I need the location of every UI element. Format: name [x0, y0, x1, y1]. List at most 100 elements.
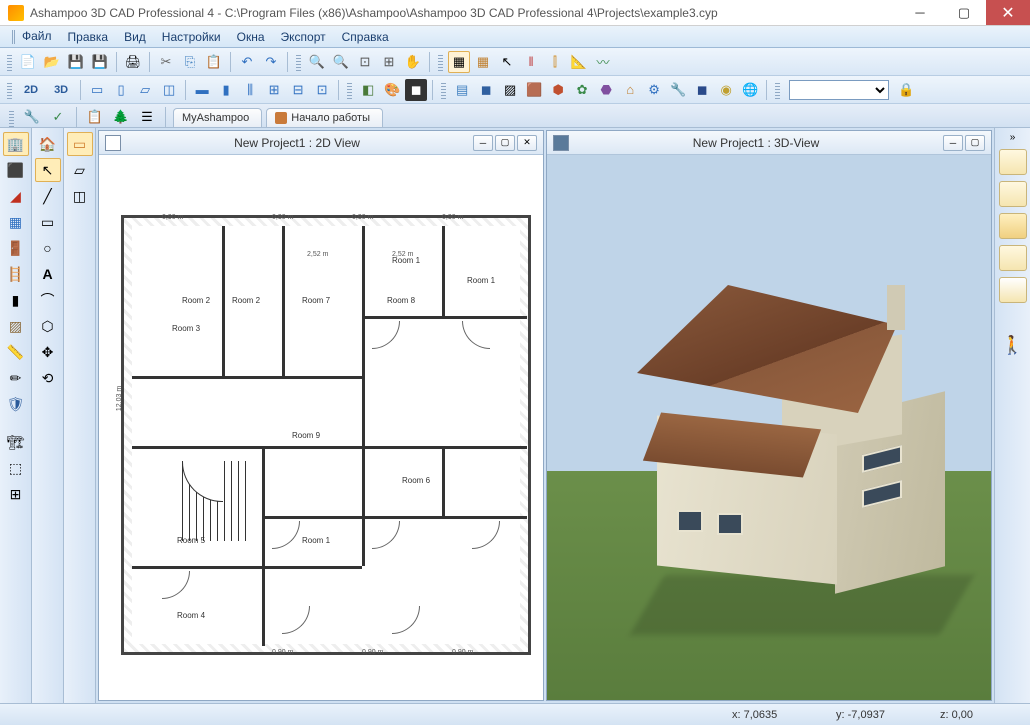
catalog-2-icon[interactable] [999, 181, 1027, 207]
view-iso-icon[interactable]: ◫ [158, 79, 180, 101]
lib-6-icon[interactable]: 🔧 [667, 79, 689, 101]
view-close-button[interactable]: ✕ [517, 135, 537, 151]
home-icon[interactable]: 🏠 [35, 132, 61, 156]
elevation-tool-icon[interactable]: ⬚ [3, 456, 29, 480]
move-tool-icon[interactable]: ✥ [35, 340, 61, 364]
layout-1-icon[interactable]: ▬ [191, 79, 213, 101]
view-side-icon[interactable]: ▯ [110, 79, 132, 101]
section-tool-icon[interactable]: 🏗 [3, 430, 29, 454]
view-minimize-button[interactable]: ─ [943, 135, 963, 151]
layout-6-icon[interactable]: ⊡ [311, 79, 333, 101]
toolbar-grip[interactable] [438, 53, 443, 71]
catalog-5-icon[interactable] [999, 277, 1027, 303]
save-icon[interactable]: 💾 [65, 51, 87, 73]
menu-settings[interactable]: Настройки [154, 28, 229, 46]
menu-help[interactable]: Справка [334, 28, 397, 46]
lib-8-icon[interactable]: ◉ [715, 79, 737, 101]
select-tool-icon[interactable]: ↖ [35, 158, 61, 182]
tab-myashampoo[interactable]: MyAshampoo [173, 108, 262, 127]
expand-icon[interactable]: » [1010, 132, 1016, 143]
view-minimize-button[interactable]: ─ [473, 135, 493, 151]
arc-tool-icon[interactable]: ⌒ [35, 288, 61, 312]
layout-4-icon[interactable]: ⊞ [263, 79, 285, 101]
texture-icon[interactable]: 🟫 [523, 79, 545, 101]
draw-3-icon[interactable]: ◫ [67, 184, 93, 208]
cursor-icon[interactable]: ↖ [496, 51, 518, 73]
menu-edit[interactable]: Правка [60, 28, 117, 46]
redo-icon[interactable]: ↷ [260, 51, 282, 73]
tab-getting-started[interactable]: Начало работы [266, 108, 383, 127]
layout-5-icon[interactable]: ⊟ [287, 79, 309, 101]
roof-tool-icon[interactable]: ◢ [3, 184, 29, 208]
zoom-out-icon[interactable]: 🔍 [330, 51, 352, 73]
column-tool-icon[interactable]: ▮ [3, 288, 29, 312]
tool-check-icon[interactable]: ✓ [47, 107, 69, 127]
tool-list-icon[interactable]: ☰ [136, 107, 158, 127]
toolbar-grip[interactable] [347, 81, 352, 99]
lib-5-icon[interactable]: ⚙ [643, 79, 665, 101]
undo-icon[interactable]: ↶ [236, 51, 258, 73]
text-tool-icon[interactable]: ✏ [3, 366, 29, 390]
measure-icon[interactable]: 〰 [592, 51, 614, 73]
door-tool-icon[interactable]: 🚪 [3, 236, 29, 260]
angle-icon[interactable]: 📐 [568, 51, 590, 73]
paste-icon[interactable]: 📋 [203, 51, 225, 73]
snap-icon[interactable]: ‖ [520, 51, 542, 73]
menu-export[interactable]: Экспорт [273, 28, 334, 46]
terrain-tool-icon[interactable]: ▨ [3, 314, 29, 338]
catalog-3-icon[interactable] [999, 213, 1027, 239]
guide-icon[interactable]: ⫿ [544, 51, 566, 73]
toolbar-grip[interactable] [7, 81, 12, 99]
dimension-tool-icon[interactable]: 📏 [3, 340, 29, 364]
window-tool-icon[interactable]: ▦ [3, 210, 29, 234]
minimize-button[interactable]: ─ [898, 0, 942, 25]
text-a-icon[interactable]: A [35, 262, 61, 286]
toolbar-grip[interactable] [296, 53, 301, 71]
toolbar-grip[interactable] [775, 81, 780, 99]
tool-doc-icon[interactable]: 📋 [84, 107, 106, 127]
2d-mode-button[interactable]: 2D [17, 79, 45, 101]
render-1-icon[interactable]: ◧ [357, 79, 379, 101]
draw-2-icon[interactable]: ▱ [67, 158, 93, 182]
stairs-tool-icon[interactable]: 🪜 [3, 262, 29, 286]
menu-file[interactable]: Файл [4, 27, 60, 46]
wall-tool-icon[interactable]: ⬛ [3, 158, 29, 182]
zoom-in-icon[interactable]: 🔍 [306, 51, 328, 73]
pan-icon[interactable]: ✋ [402, 51, 424, 73]
tool-wrench-icon[interactable]: 🔧 [21, 107, 43, 127]
zoom-fit-icon[interactable]: ⊡ [354, 51, 376, 73]
grid-icon[interactable]: ▦ [472, 51, 494, 73]
open-icon[interactable]: 📂 [41, 51, 63, 73]
rect-tool-icon[interactable]: ▭ [35, 210, 61, 234]
close-button[interactable]: ✕ [986, 0, 1030, 25]
view-top-icon[interactable]: ▱ [134, 79, 156, 101]
save-as-icon[interactable]: 💾 [89, 51, 111, 73]
draw-1-icon[interactable]: ▭ [67, 132, 93, 156]
lock-icon[interactable]: 🔒 [895, 79, 917, 101]
lib-9-icon[interactable]: 🌐 [739, 79, 761, 101]
rotate-tool-icon[interactable]: ⟲ [35, 366, 61, 390]
poly-tool-icon[interactable]: ⬡ [35, 314, 61, 338]
render-3-icon[interactable]: ◼ [405, 79, 427, 101]
toolbar-grip[interactable] [441, 81, 446, 99]
catalog-1-icon[interactable] [999, 149, 1027, 175]
detail-tool-icon[interactable]: ⊞ [3, 482, 29, 506]
line-tool-icon[interactable]: ╱ [35, 184, 61, 208]
hatch-icon[interactable]: ▨ [499, 79, 521, 101]
lib-1-icon[interactable]: ⬢ [547, 79, 569, 101]
cut-icon[interactable]: ✂ [155, 51, 177, 73]
toolbar-grip[interactable] [9, 109, 14, 127]
render-2-icon[interactable]: 🎨 [381, 79, 403, 101]
layout-3-icon[interactable]: ⫼ [239, 79, 261, 101]
print-icon[interactable]: 🖨 [122, 51, 144, 73]
person-icon[interactable]: 🚶 [1001, 335, 1023, 356]
copy-icon[interactable]: ⎘ [179, 51, 201, 73]
3d-mode-button[interactable]: 3D [47, 79, 75, 101]
select-icon[interactable]: ▦ [448, 51, 470, 73]
catalog-4-icon[interactable] [999, 245, 1027, 271]
layout-2-icon[interactable]: ▮ [215, 79, 237, 101]
circle-tool-icon[interactable]: ○ [35, 236, 61, 260]
lib-7-icon[interactable]: ◼ [691, 79, 713, 101]
zoom-region-icon[interactable]: ⊞ [378, 51, 400, 73]
view-front-icon[interactable]: ▭ [86, 79, 108, 101]
